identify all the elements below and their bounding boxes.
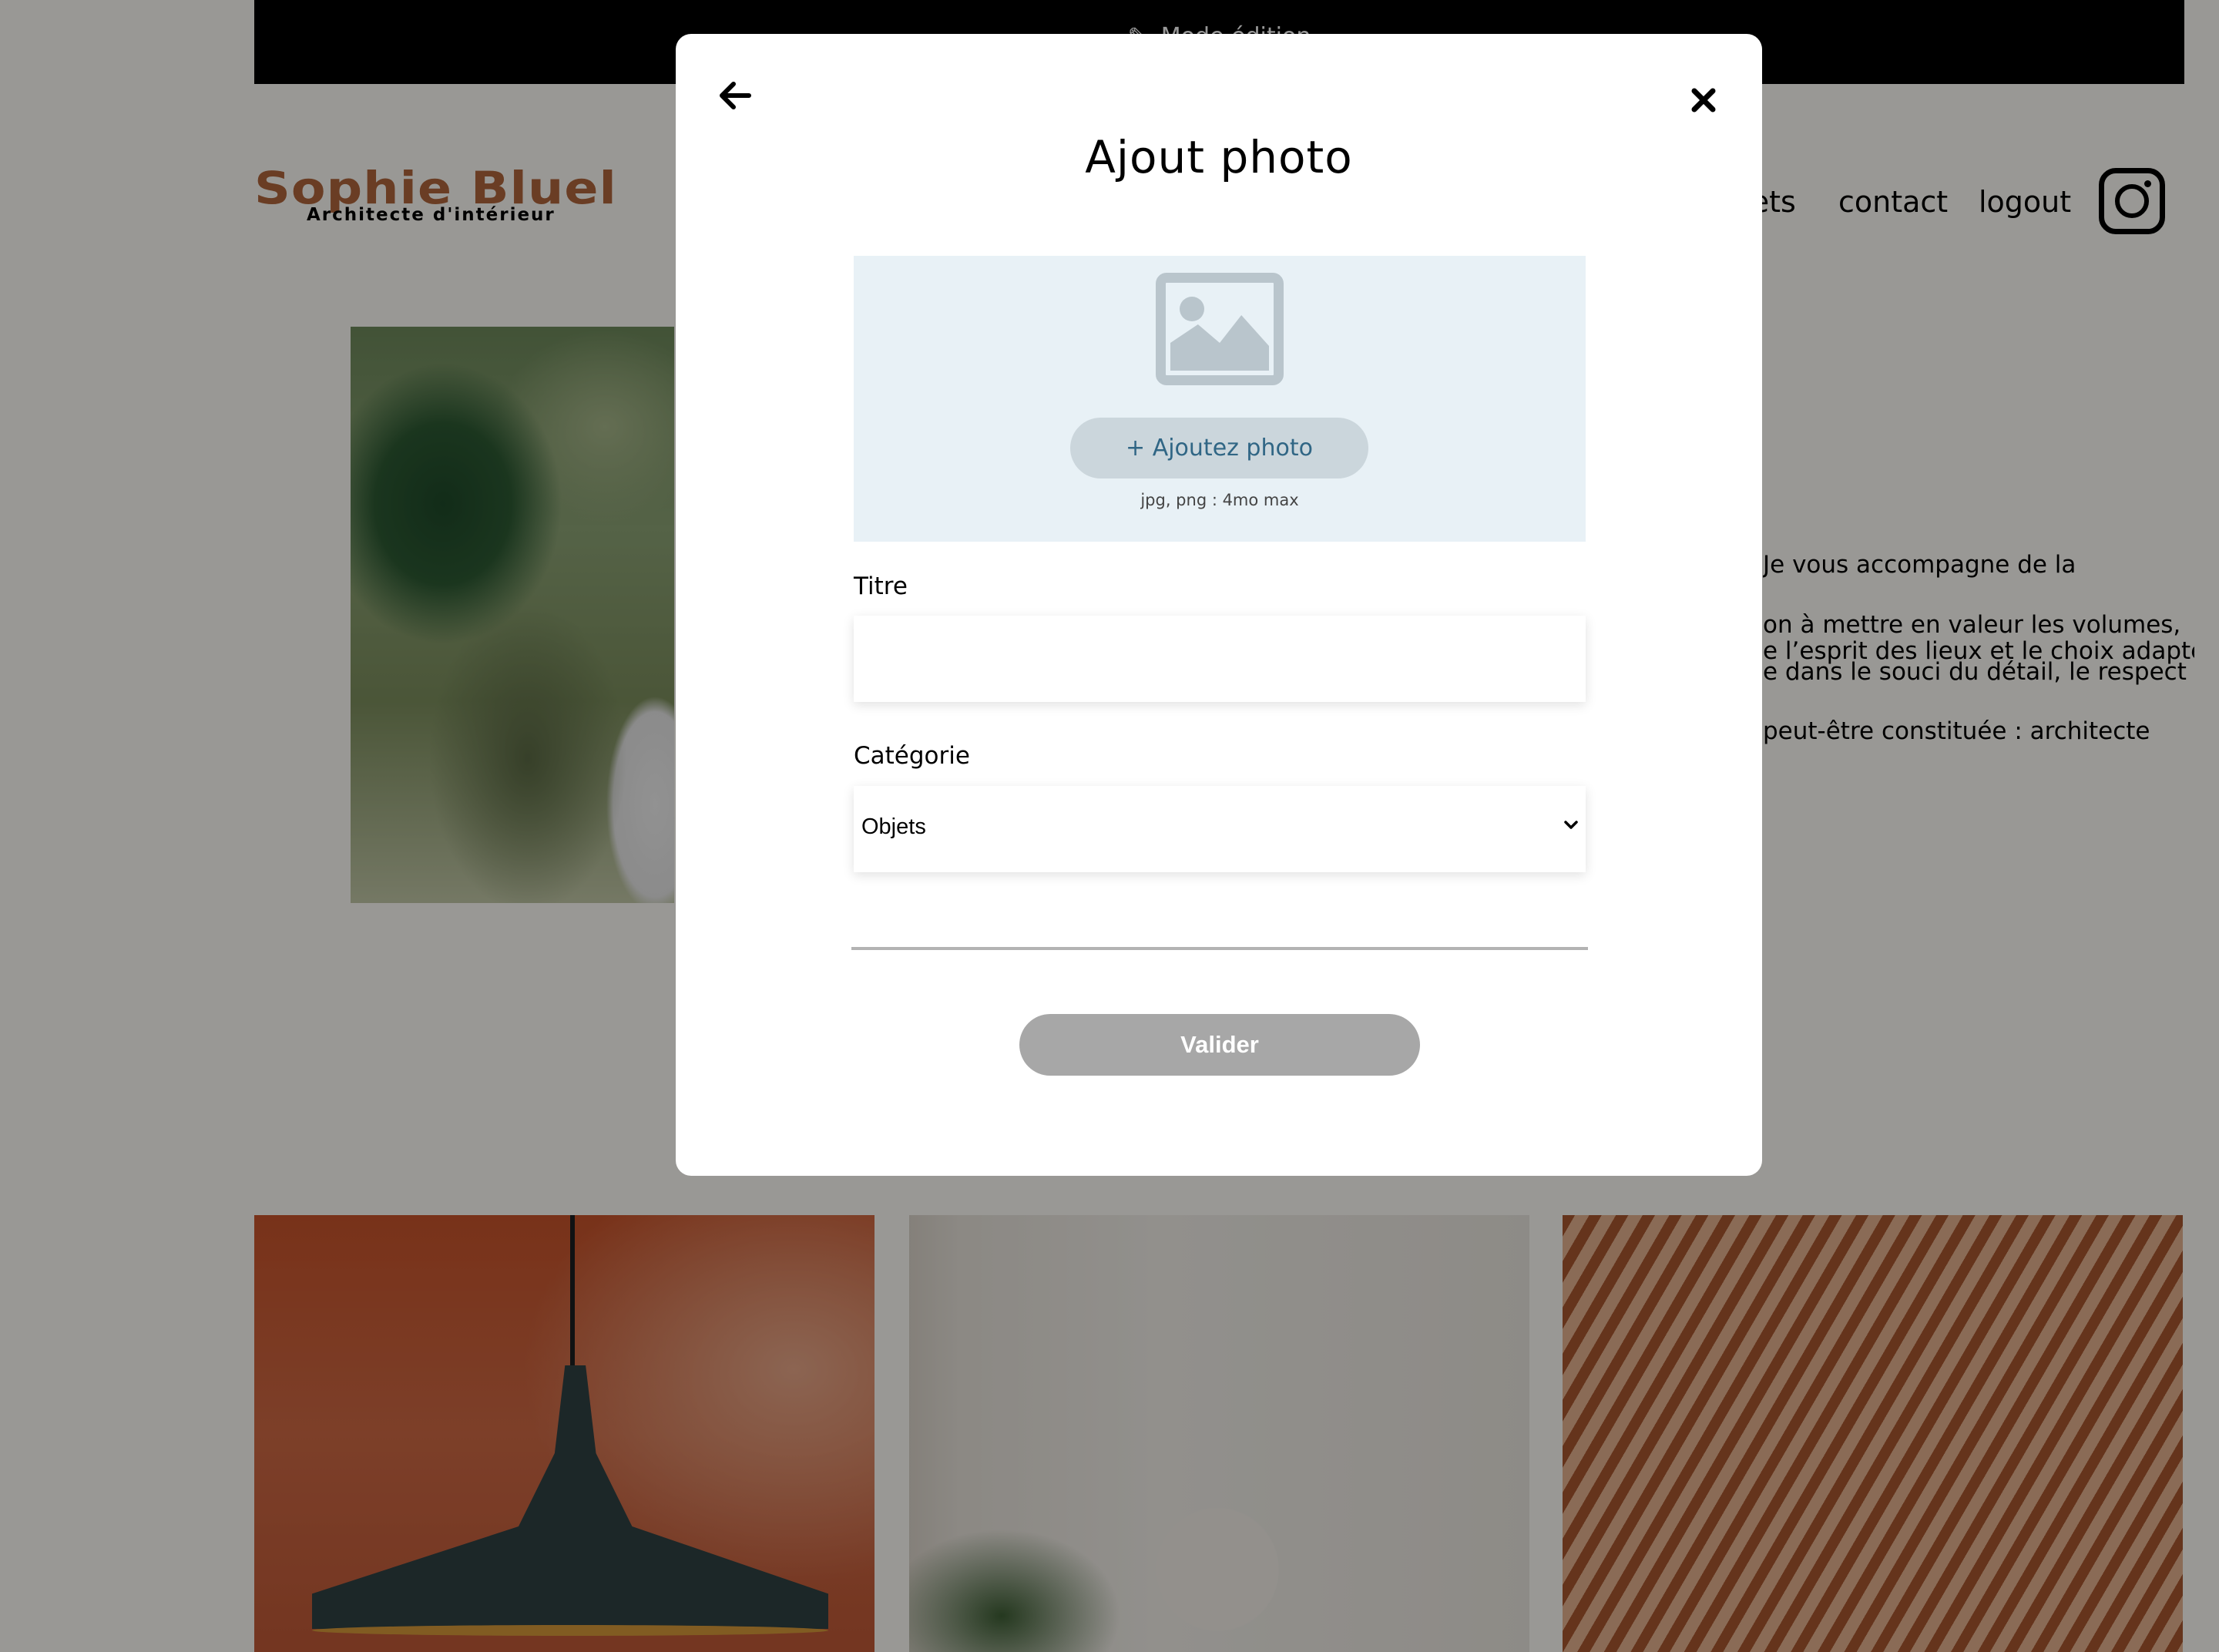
add-photo-button[interactable]: + Ajoutez photo	[1070, 418, 1368, 478]
page: ✎ Mode édition Sophie Bluel Architecte d…	[0, 0, 2219, 1652]
add-photo-modal: Ajout photo + Ajoutez photo jpg, png : 4…	[676, 34, 1762, 1176]
image-icon	[1156, 273, 1284, 385]
title-label: Titre	[854, 572, 908, 600]
upload-hint: jpg, png : 4mo max	[1140, 491, 1299, 509]
category-select[interactable]: Objets	[854, 786, 1586, 872]
modal-title: Ajout photo	[1085, 131, 1353, 183]
category-label: Catégorie	[854, 742, 970, 770]
arrow-left-icon[interactable]	[715, 76, 755, 116]
form-divider	[851, 947, 1588, 950]
submit-button[interactable]: Valider	[1019, 1014, 1420, 1076]
image-icon-sun	[1180, 297, 1204, 321]
title-input[interactable]	[854, 616, 1586, 702]
close-icon[interactable]	[1685, 82, 1722, 119]
chevron-down-icon	[1564, 821, 1578, 829]
photo-upload-zone[interactable]: + Ajoutez photo jpg, png : 4mo max	[854, 256, 1586, 542]
category-selected-value: Objets	[861, 814, 926, 839]
